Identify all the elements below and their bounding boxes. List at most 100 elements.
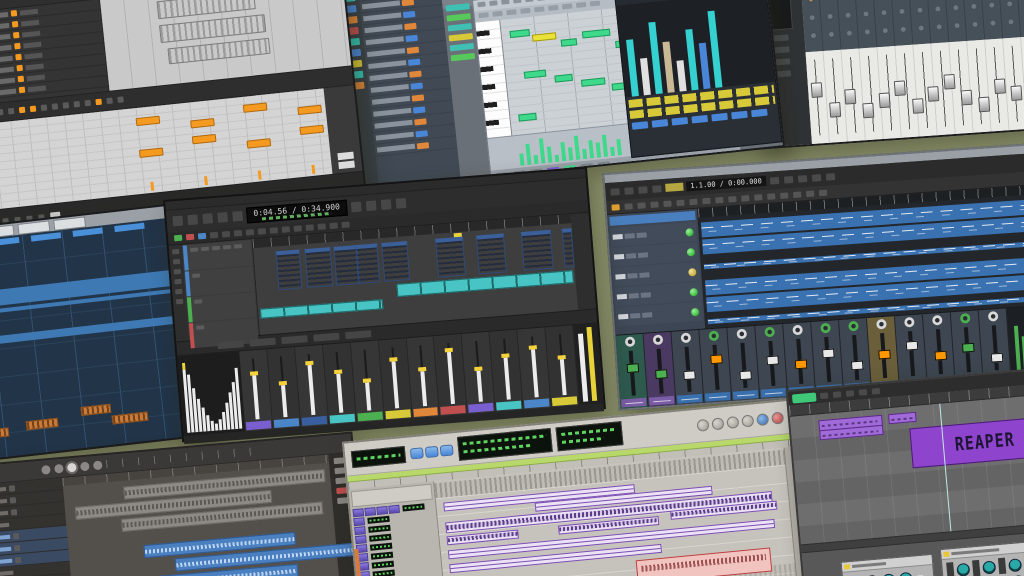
midi-clip[interactable]	[520, 229, 554, 271]
fader-cap[interactable]	[877, 349, 891, 360]
midi-clip[interactable]	[304, 247, 334, 288]
transport-button[interactable]	[172, 215, 184, 227]
fader-cap[interactable]	[821, 348, 835, 359]
tool-button[interactable]	[663, 200, 672, 207]
track-chip[interactable]	[222, 244, 232, 250]
titlebar-button[interactable]	[489, 0, 498, 7]
playhead[interactable]	[939, 403, 952, 532]
transport-button[interactable]	[711, 417, 725, 431]
track-button-orange[interactable]	[12, 31, 20, 39]
midi-note[interactable]	[190, 117, 215, 129]
pan-knob[interactable]	[819, 322, 831, 334]
blue-button[interactable]	[197, 232, 207, 240]
midi-note[interactable]	[299, 124, 325, 136]
orange-clip[interactable]	[111, 411, 149, 425]
toolbar-button[interactable]	[811, 173, 821, 182]
track-chip[interactable]	[194, 299, 203, 304]
toolbar-button[interactable]	[769, 176, 780, 185]
fader[interactable]	[420, 370, 428, 407]
pan-knob[interactable]	[791, 324, 803, 336]
fader-cap[interactable]	[961, 89, 974, 106]
fader-cap[interactable]	[1010, 84, 1023, 101]
midi-note[interactable]	[509, 29, 531, 39]
fader-cap[interactable]	[878, 92, 891, 109]
midi-note[interactable]	[297, 104, 323, 116]
fader-cap[interactable]	[862, 102, 875, 119]
editor-button[interactable]	[0, 108, 4, 116]
tool-button[interactable]	[245, 229, 255, 236]
tool-button[interactable]	[792, 190, 802, 198]
transport-button[interactable]	[624, 186, 634, 195]
fader-cap[interactable]	[927, 85, 940, 102]
editor-button[interactable]	[62, 102, 70, 109]
midi-item-reaper[interactable]: REAPER	[909, 415, 1024, 469]
track-chip[interactable]	[192, 273, 201, 278]
plugin-slider[interactable]	[972, 559, 981, 576]
toolbar-button[interactable]	[871, 387, 881, 395]
toolbar-button[interactable]	[380, 199, 392, 210]
clip-chip[interactable]	[448, 32, 474, 42]
track-button-orange[interactable]	[11, 20, 19, 28]
midi-note[interactable]	[138, 147, 164, 158]
fader-cap[interactable]	[682, 370, 696, 381]
midi-clip[interactable]	[434, 236, 466, 278]
tool-button[interactable]	[269, 227, 279, 234]
mode-button[interactable]	[439, 443, 454, 457]
track-button[interactable]	[352, 508, 365, 518]
track-button-orange[interactable]	[14, 42, 21, 50]
track-lanes[interactable]	[697, 185, 1024, 329]
toolbar-button[interactable]	[350, 201, 362, 213]
channel-label[interactable]	[651, 119, 669, 128]
clip-chip[interactable]	[447, 23, 473, 32]
tool-icon[interactable]	[173, 268, 181, 275]
track-control-chip[interactable]	[640, 292, 651, 298]
fader-cap[interactable]	[794, 359, 807, 369]
fader[interactable]	[476, 371, 483, 402]
panel-button[interactable]	[337, 151, 354, 161]
record-led[interactable]	[685, 227, 694, 237]
midi-note[interactable]	[554, 73, 573, 83]
fader-cap[interactable]	[850, 360, 864, 371]
plugin-knob[interactable]	[898, 571, 913, 576]
toolbar-button[interactable]	[825, 172, 835, 181]
track-control-chip[interactable]	[627, 273, 638, 279]
transport-button[interactable]	[741, 414, 755, 428]
clip-chip[interactable]	[450, 52, 476, 62]
orange-clip[interactable]	[0, 427, 10, 441]
pan-knob[interactable]	[931, 314, 943, 326]
track-control-chip[interactable]	[639, 272, 650, 278]
fader[interactable]	[307, 365, 316, 415]
midi-note[interactable]	[242, 102, 268, 113]
pan-knob[interactable]	[875, 318, 887, 330]
channel-label[interactable]	[691, 114, 709, 124]
tool-button[interactable]	[689, 198, 698, 205]
track-control-chip[interactable]	[630, 312, 641, 319]
transport-button[interactable]	[726, 415, 740, 429]
pan-knob[interactable]	[708, 330, 719, 342]
plugin-slider[interactable]	[946, 562, 955, 576]
midi-note[interactable]	[246, 138, 272, 149]
toolbar-button[interactable]	[589, 0, 601, 7]
editor-button[interactable]	[7, 107, 15, 115]
toolbar-button[interactable]	[858, 389, 868, 396]
midi-clip[interactable]	[476, 233, 508, 275]
mode-button[interactable]	[424, 445, 439, 458]
tool-button[interactable]	[702, 197, 711, 204]
editor-button[interactable]	[84, 99, 92, 107]
fader[interactable]	[446, 351, 455, 404]
midi-note-selected[interactable]	[531, 32, 557, 42]
fader-cap[interactable]	[844, 88, 857, 105]
plugin-knob[interactable]	[982, 559, 997, 575]
record-button[interactable]	[771, 411, 785, 425]
toolbar-button[interactable]	[783, 175, 793, 184]
transport-button[interactable]	[54, 463, 64, 474]
fader-cap[interactable]	[765, 355, 779, 365]
velocity-tick[interactable]	[150, 181, 155, 191]
midi-clip[interactable]	[380, 241, 410, 282]
fader-cap[interactable]	[654, 368, 668, 379]
pan-knob[interactable]	[624, 336, 635, 348]
tool-button[interactable]	[257, 228, 267, 235]
editor-button-orange[interactable]	[29, 105, 37, 113]
fader[interactable]	[503, 357, 511, 400]
track-button[interactable]	[376, 505, 389, 515]
